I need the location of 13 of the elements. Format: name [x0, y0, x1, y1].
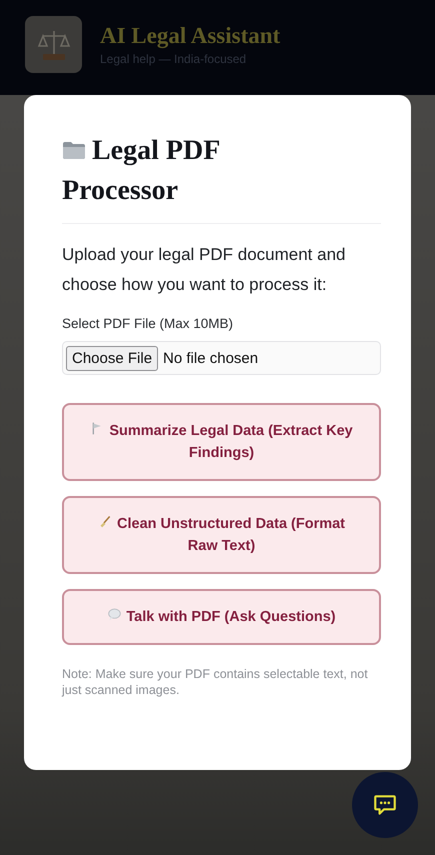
app-title: AI Legal Assistant [100, 23, 280, 49]
action-button[interactable]: Clean Unstructured Data (Format Raw Text) [62, 496, 381, 574]
speech-bubble-icon [107, 607, 122, 622]
instruction-text: Upload your legal PDF document and choose how you want to process it: [62, 244, 346, 296]
note-text: Note: Make sure your PDF contains selectable text, not just scanned images. [62, 666, 369, 698]
file-input[interactable]: Choose File No file chosen [62, 341, 381, 375]
scales-logo-icon [25, 16, 82, 73]
action-button[interactable]: Talk with PDF (Ask Questions) [62, 589, 381, 645]
folder-icon [62, 140, 86, 160]
broom-icon [98, 514, 113, 529]
action-button[interactable]: Summarize Legal Data (Extract Key Findings) [62, 403, 381, 481]
file-label: Select PDF File (Max 10MB) [62, 316, 234, 331]
modal-title: Legal PDF Processor [62, 134, 220, 208]
